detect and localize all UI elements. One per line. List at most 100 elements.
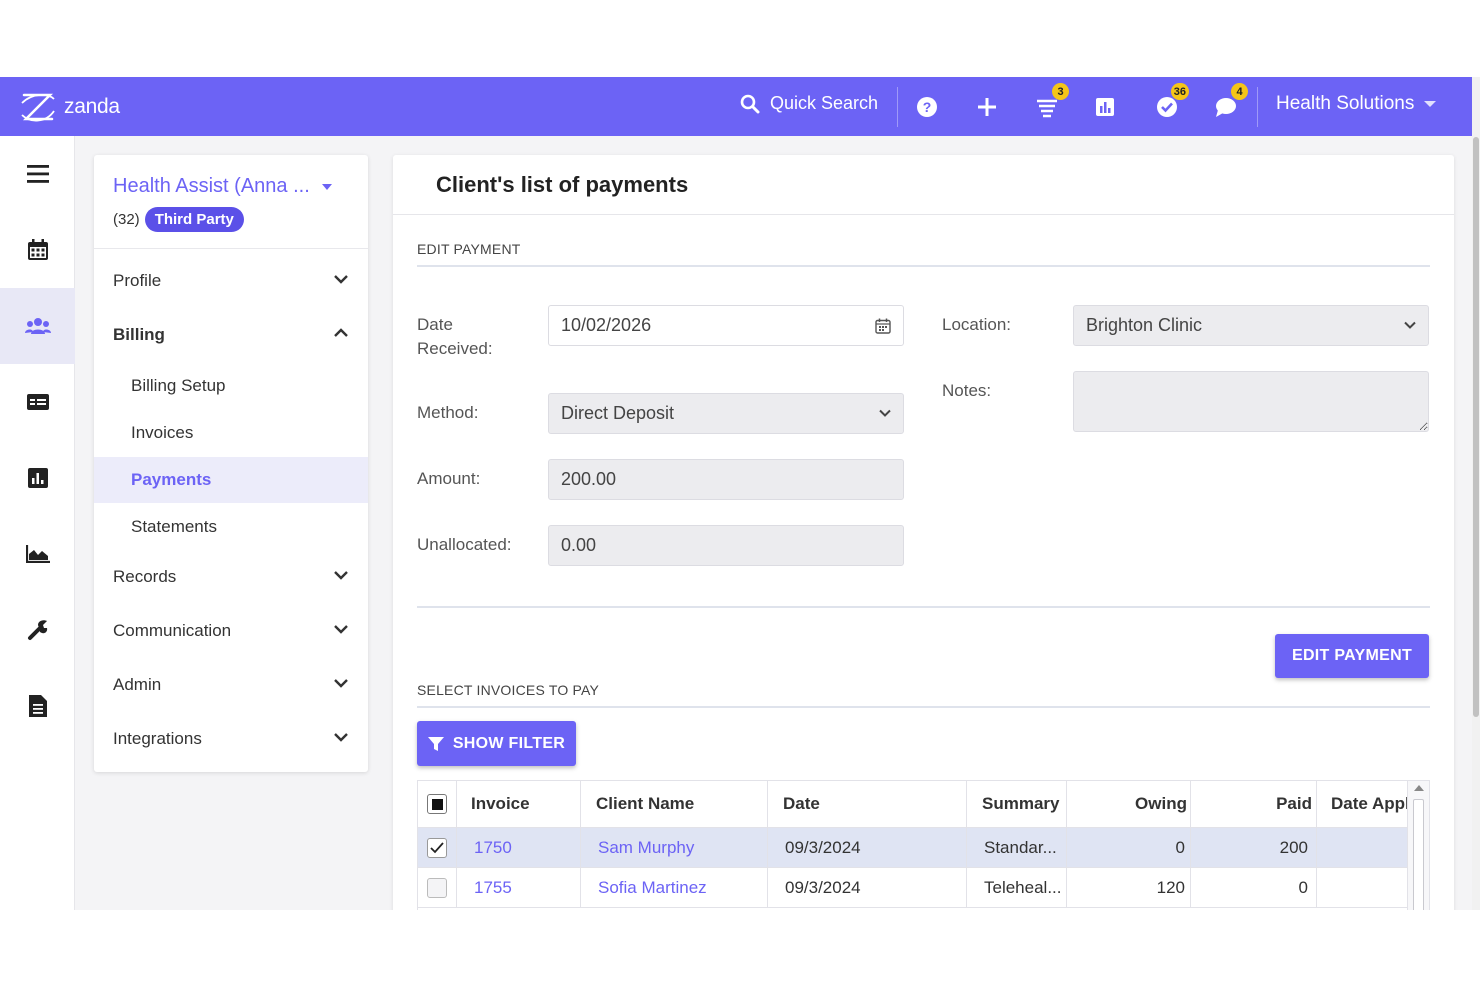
nav-billing[interactable]	[0, 364, 75, 440]
add-button[interactable]	[973, 93, 1001, 121]
col-header-owing[interactable]: Owing	[1067, 781, 1191, 827]
org-switcher[interactable]: Health Solutions	[1276, 93, 1437, 115]
show-filter-button[interactable]: SHOW FILTER	[417, 721, 576, 766]
client-name-link[interactable]: Sofia Martinez	[581, 868, 768, 908]
col-header-summary[interactable]: Summary	[967, 781, 1067, 827]
invoice-summary: Standar...	[967, 828, 1067, 868]
amount-label: Amount:	[417, 469, 481, 488]
bar-chart-icon	[1096, 98, 1114, 116]
method-value: Direct Deposit	[561, 403, 675, 423]
menu-statements[interactable]: Statements	[94, 504, 368, 550]
method-label: Method:	[417, 403, 479, 422]
table-scroll-thumb[interactable]	[1413, 799, 1424, 910]
checklist-button[interactable]: 36	[1153, 83, 1189, 121]
select-all-cell	[418, 781, 457, 827]
filter-icon	[427, 736, 444, 751]
menu-invoices-label: Invoices	[131, 423, 194, 442]
date-received-value: 10/02/2026	[561, 315, 652, 335]
nav-calendar[interactable]	[0, 212, 75, 288]
table-row[interactable]: 1750 Sam Murphy 09/3/2024 Standar... 0 2…	[418, 827, 1408, 868]
notes-textarea[interactable]	[1073, 371, 1429, 432]
location-value: Brighton Clinic	[1086, 315, 1203, 335]
check-circle-icon	[1157, 97, 1177, 117]
select-all-checkbox[interactable]	[427, 794, 447, 814]
invoice-owing: 120	[1067, 868, 1191, 908]
page-scrollbar[interactable]	[1472, 77, 1480, 910]
messages-badge: 4	[1231, 83, 1248, 100]
invoice-link[interactable]: 1750	[457, 828, 581, 868]
chart-square-icon	[27, 468, 48, 488]
nav-clients[interactable]	[0, 288, 75, 364]
date-received-label-line1: Date	[417, 315, 453, 334]
table-scrollbar[interactable]	[1407, 781, 1429, 910]
row-select-cell	[418, 828, 457, 868]
payments-panel: Client's list of payments EDIT PAYMENT D…	[393, 155, 1454, 910]
menu-admin-label: Admin	[113, 675, 162, 694]
invoice-date: 09/3/2024	[768, 868, 967, 908]
row-checkbox[interactable]	[427, 878, 447, 898]
nav-tools[interactable]	[0, 592, 75, 668]
topbar-divider	[897, 87, 898, 127]
caret-down-icon	[1424, 101, 1437, 107]
menu-billing-setup-label: Billing Setup	[131, 376, 226, 395]
menu-billing[interactable]: Billing	[94, 312, 368, 358]
unallocated-value: 0.00	[561, 535, 597, 555]
menu-communication[interactable]: Communication	[94, 608, 368, 654]
left-nav-rail	[0, 136, 75, 910]
col-header-invoice[interactable]: Invoice	[457, 781, 581, 827]
page-scroll-thumb[interactable]	[1473, 137, 1479, 717]
edit-payment-section-title: EDIT PAYMENT	[417, 241, 521, 257]
client-side-menu: Health Assist (Anna ... (32) Third Party…	[94, 155, 368, 772]
chevron-down-icon	[879, 409, 891, 417]
unallocated-input[interactable]: 0.00	[548, 525, 904, 566]
invoice-paid: 0	[1191, 868, 1317, 908]
nav-analytics[interactable]	[0, 516, 75, 592]
invoice-link[interactable]: 1755	[457, 868, 581, 908]
menu-billing-setup[interactable]: Billing Setup	[94, 363, 368, 409]
row-checkbox[interactable]	[427, 838, 447, 858]
messages-button[interactable]: 4	[1212, 83, 1248, 121]
date-received-input[interactable]: 10/02/2026	[548, 305, 904, 346]
org-name: Health Solutions	[1276, 93, 1415, 114]
col-header-date-applied[interactable]: Date Appl	[1317, 781, 1408, 827]
scroll-up-icon[interactable]	[1414, 785, 1424, 791]
menu-profile[interactable]: Profile	[94, 258, 368, 304]
client-count: (32)	[113, 211, 140, 228]
menu-payments[interactable]: Payments	[94, 457, 368, 503]
menu-profile-label: Profile	[113, 271, 162, 290]
notes-label: Notes:	[942, 381, 992, 400]
amount-value: 200.00	[561, 469, 617, 489]
quick-search-button[interactable]: Quick Search	[740, 93, 878, 114]
calendar-icon[interactable]	[875, 318, 891, 334]
help-button[interactable]: ?	[913, 93, 941, 121]
reports-button[interactable]	[1091, 93, 1119, 121]
menu-records[interactable]: Records	[94, 554, 368, 600]
client-name-link[interactable]: Sam Murphy	[581, 828, 768, 868]
col-header-date[interactable]: Date	[768, 781, 967, 827]
menu-admin[interactable]: Admin	[94, 662, 368, 708]
menu-invoices[interactable]: Invoices	[94, 410, 368, 456]
location-select[interactable]: Brighton Clinic	[1073, 305, 1429, 346]
show-filter-label: SHOW FILTER	[452, 734, 566, 752]
wrench-icon	[27, 620, 47, 640]
col-header-paid[interactable]: Paid	[1191, 781, 1317, 827]
task-list-button[interactable]: 3	[1033, 83, 1069, 121]
nav-documents[interactable]	[0, 668, 75, 744]
table-row[interactable]: 1755 Sofia Martinez 09/3/2024 Teleheal..…	[418, 867, 1408, 908]
invoice-date-applied	[1317, 868, 1408, 908]
plus-icon	[978, 98, 996, 116]
col-header-client-name[interactable]: Client Name	[581, 781, 768, 827]
menu-toggle[interactable]	[0, 136, 75, 212]
menu-communication-label: Communication	[113, 621, 232, 640]
table-row[interactable]	[418, 907, 1408, 910]
zanda-logo-icon	[21, 93, 55, 122]
menu-integrations[interactable]: Integrations	[94, 716, 368, 762]
svg-text:?: ?	[923, 99, 932, 115]
amount-input[interactable]: 200.00	[548, 459, 904, 500]
client-switcher[interactable]: Health Assist (Anna ...	[113, 175, 332, 198]
nav-reports[interactable]	[0, 440, 75, 516]
edit-payment-button[interactable]: EDIT PAYMENT	[1275, 634, 1429, 678]
method-select[interactable]: Direct Deposit	[548, 393, 904, 434]
brand-logo[interactable]: zanda	[18, 89, 120, 125]
row-select-cell	[418, 868, 457, 908]
